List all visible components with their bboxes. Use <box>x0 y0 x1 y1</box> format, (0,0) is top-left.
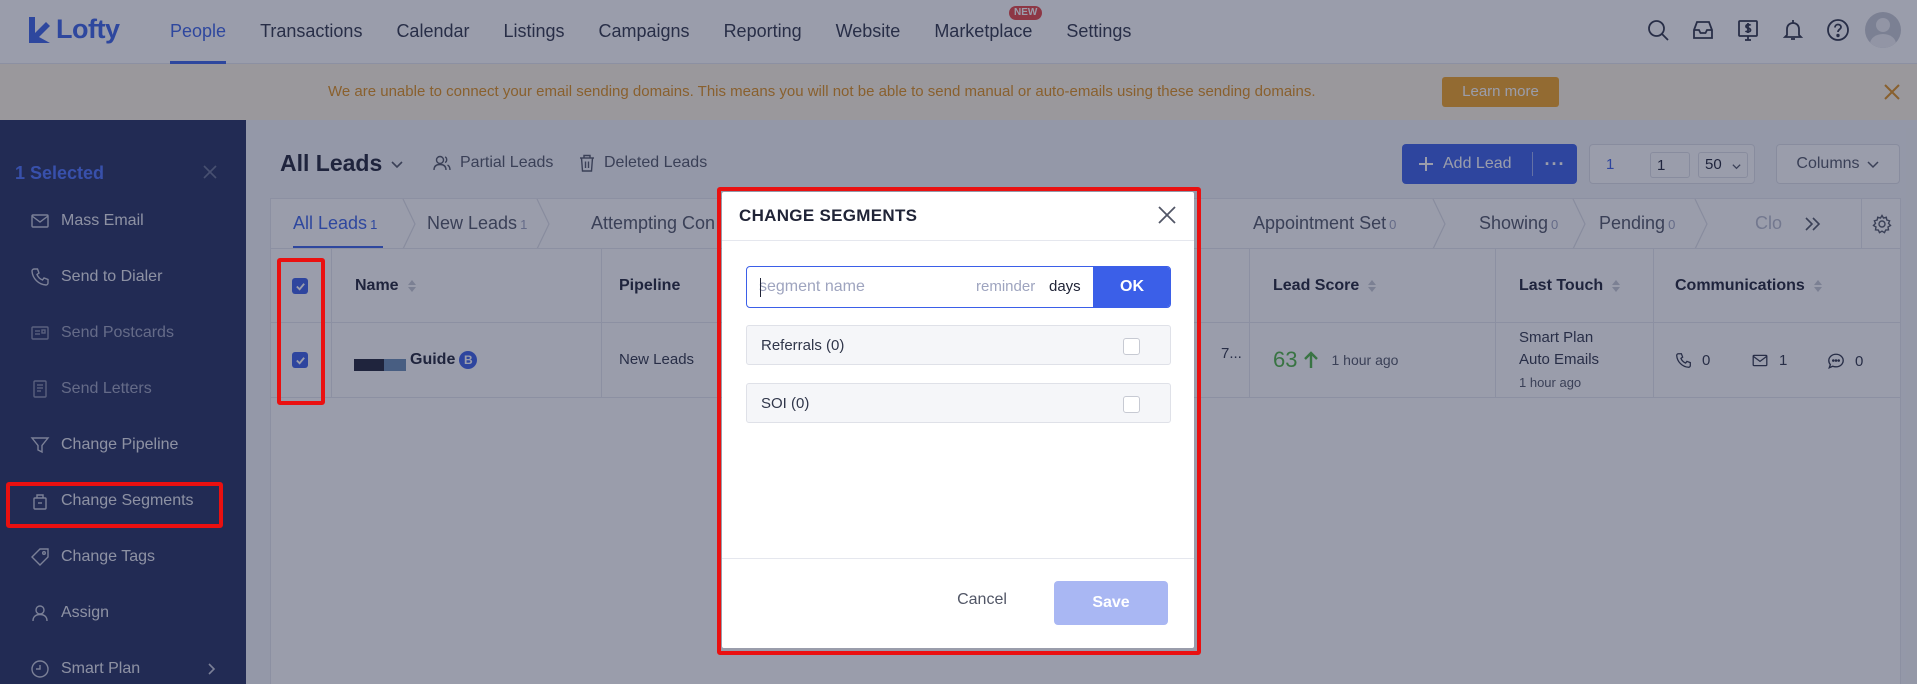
segment-option-referrals[interactable]: Referrals (0) <box>746 325 1171 365</box>
segment-option-label: SOI (0) <box>761 395 810 412</box>
text-caret <box>760 278 761 297</box>
highlight-checkboxes <box>277 258 325 405</box>
segment-option-label: Referrals (0) <box>761 337 845 354</box>
save-button[interactable]: Save <box>1054 581 1168 625</box>
highlight-change-segments <box>6 482 223 528</box>
close-icon[interactable] <box>1156 204 1178 226</box>
days-label: days <box>1049 278 1081 295</box>
segment-checkbox[interactable] <box>1123 338 1140 355</box>
segment-checkbox[interactable] <box>1123 396 1140 413</box>
segment-option-soi[interactable]: SOI (0) <box>746 383 1171 423</box>
new-segment-form: reminder days OK <box>746 266 1171 308</box>
ok-button[interactable]: OK <box>1093 267 1170 307</box>
change-segments-modal: CHANGE SEGMENTS reminder days OK Referra… <box>722 192 1194 648</box>
divider <box>722 558 1194 559</box>
segment-name-input[interactable] <box>747 267 967 307</box>
cancel-button[interactable]: Cancel <box>950 588 1014 612</box>
divider <box>722 240 1194 241</box>
reminder-field[interactable]: reminder <box>976 278 1035 295</box>
modal-title: CHANGE SEGMENTS <box>739 206 918 225</box>
